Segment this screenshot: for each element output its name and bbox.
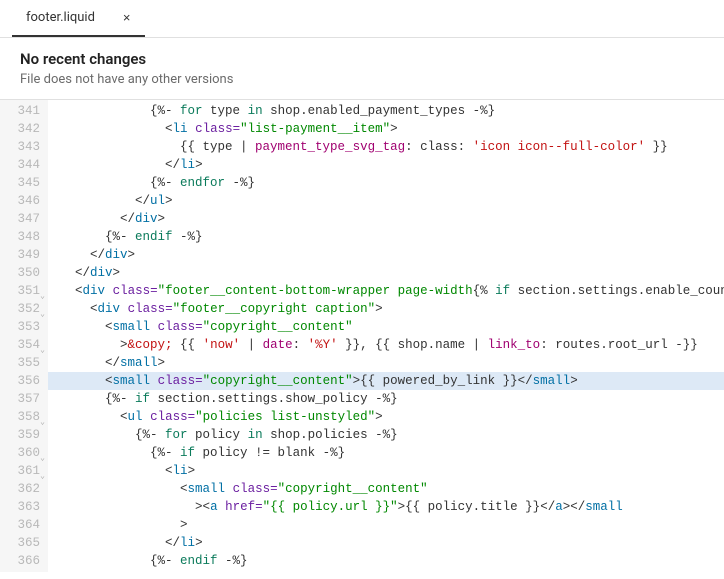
- code-line[interactable]: </small>: [48, 354, 724, 372]
- header-subtitle: File does not have any other versions: [20, 72, 704, 87]
- line-number: 344: [0, 156, 40, 174]
- tab-bar: footer.liquid ×: [0, 0, 724, 38]
- line-number: 359: [0, 426, 40, 444]
- line-number: 358⌄: [0, 408, 40, 426]
- line-number: 345: [0, 174, 40, 192]
- line-number: 341: [0, 102, 40, 120]
- code-line[interactable]: <small class="copyright__content": [48, 480, 724, 498]
- line-number: 361⌄: [0, 462, 40, 480]
- line-number: 354⌄: [0, 336, 40, 354]
- code-line[interactable]: >: [48, 516, 724, 534]
- fold-chevron-icon[interactable]: ⌄: [40, 468, 45, 486]
- code-line[interactable]: </div>: [48, 246, 724, 264]
- line-number: 355: [0, 354, 40, 372]
- header-title: No recent changes: [20, 50, 704, 68]
- line-number: 347: [0, 210, 40, 228]
- code-editor[interactable]: 341342343344345346347348349350351⌄352⌄35…: [0, 100, 724, 572]
- fold-chevron-icon[interactable]: ⌄: [40, 414, 45, 432]
- line-number: 363: [0, 498, 40, 516]
- fold-chevron-icon[interactable]: ⌄: [40, 450, 45, 468]
- line-number: 357: [0, 390, 40, 408]
- line-number: 348: [0, 228, 40, 246]
- code-line[interactable]: {%- if policy != blank -%}: [48, 444, 724, 462]
- code-line[interactable]: {%- for policy in shop.policies -%}: [48, 426, 724, 444]
- line-number: 365: [0, 534, 40, 552]
- code-line[interactable]: </div>: [48, 264, 724, 282]
- code-line[interactable]: <li class="list-payment__item">: [48, 120, 724, 138]
- code-line[interactable]: <div class="footer__content-bottom-wrapp…: [48, 282, 724, 300]
- code-line[interactable]: >&copy; {{ 'now' | date: '%Y' }}, {{ sho…: [48, 336, 724, 354]
- line-number-gutter: 341342343344345346347348349350351⌄352⌄35…: [0, 100, 48, 572]
- code-line[interactable]: ><a href="{{ policy.url }}">{{ policy.ti…: [48, 498, 724, 516]
- line-number: 360⌄: [0, 444, 40, 462]
- line-number: 356: [0, 372, 40, 390]
- code-body[interactable]: {%- for type in shop.enabled_payment_typ…: [48, 100, 724, 572]
- line-number: 353: [0, 318, 40, 336]
- code-line[interactable]: {%- if section.settings.show_policy -%}: [48, 390, 724, 408]
- code-line[interactable]: </li>: [48, 534, 724, 552]
- line-number: 342: [0, 120, 40, 138]
- tab-filename: footer.liquid: [26, 10, 95, 25]
- close-icon[interactable]: ×: [123, 11, 131, 24]
- tab-active[interactable]: footer.liquid ×: [12, 0, 145, 37]
- fold-chevron-icon[interactable]: ⌄: [40, 342, 45, 360]
- line-number: 362: [0, 480, 40, 498]
- line-number: 349: [0, 246, 40, 264]
- fold-chevron-icon[interactable]: ⌄: [40, 306, 45, 324]
- code-line[interactable]: {{ type | payment_type_svg_tag: class: '…: [48, 138, 724, 156]
- code-line[interactable]: </li>: [48, 156, 724, 174]
- code-line[interactable]: <small class="copyright__content": [48, 318, 724, 336]
- code-line[interactable]: {%- for type in shop.enabled_payment_typ…: [48, 102, 724, 120]
- code-line[interactable]: <small class="copyright__content">{{ pow…: [48, 372, 724, 390]
- code-line[interactable]: <ul class="policies list-unstyled">: [48, 408, 724, 426]
- code-line[interactable]: </ul>: [48, 192, 724, 210]
- line-number: 350: [0, 264, 40, 282]
- line-number: 364: [0, 516, 40, 534]
- line-number: 343: [0, 138, 40, 156]
- line-number: 351⌄: [0, 282, 40, 300]
- code-line[interactable]: </div>: [48, 210, 724, 228]
- code-line[interactable]: {%- endif -%}: [48, 552, 724, 570]
- code-line[interactable]: {%- endif -%}: [48, 228, 724, 246]
- fold-chevron-icon[interactable]: ⌄: [40, 288, 45, 306]
- code-line[interactable]: <div class="footer__copyright caption">: [48, 300, 724, 318]
- line-number: 346: [0, 192, 40, 210]
- code-line[interactable]: <li>: [48, 462, 724, 480]
- code-line[interactable]: {%- endfor -%}: [48, 174, 724, 192]
- line-number: 352⌄: [0, 300, 40, 318]
- version-header: No recent changes File does not have any…: [0, 38, 724, 100]
- line-number: 366: [0, 552, 40, 570]
